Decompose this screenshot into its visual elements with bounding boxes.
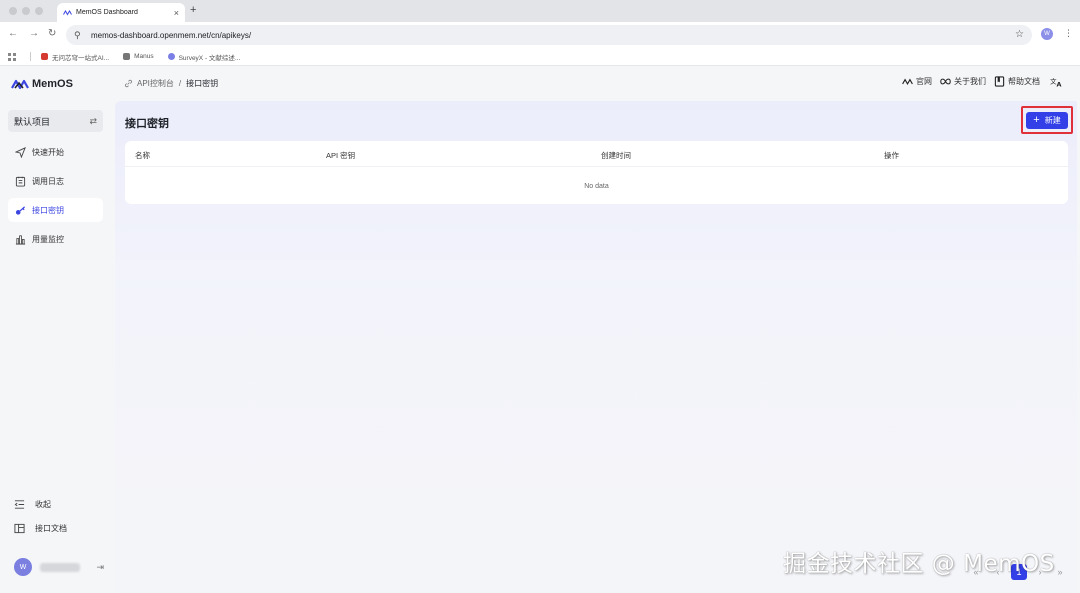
breadcrumb-current: 接口密钥 [186,79,219,88]
swap-icon: ⇄ [89,115,97,126]
about-us-label: 关于我们 [954,77,986,86]
collapse-icon [14,500,25,509]
bar-chart-icon [15,234,26,245]
svg-text:A: A [1057,81,1062,87]
help-docs-link[interactable]: 帮助文档 [994,76,1040,87]
collapse-sidebar-button[interactable]: 收起 [14,499,51,510]
key-icon [15,205,26,215]
memos-favicon-icon [63,9,72,16]
breadcrumb-root[interactable]: API控制台 [137,78,174,89]
logo-icon [902,78,913,86]
sidebar-item-label: 调用日志 [32,176,64,186]
send-icon [15,146,26,158]
new-apikey-button[interactable]: + 新建 [1026,112,1068,129]
site-info-icon[interactable]: ⚲ [74,30,84,40]
bookmark-label: 无问芯穹一站式AI... [52,54,110,62]
tab-close-icon[interactable]: × [174,8,179,18]
url-text: memos-dashboard.openmem.net/cn/apikeys/ [91,30,252,40]
bookmark-label: Manus [134,53,154,60]
logout-icon[interactable]: ⇥ [96,562,104,573]
browser-tab-bar: MemOS Dashboard × + [0,0,1080,22]
browser-tab[interactable]: MemOS Dashboard × [57,3,185,22]
brand-name: MemOS [32,78,73,90]
sidebar-item-label: 快速开始 [32,147,64,157]
new-tab-icon[interactable]: + [190,4,196,16]
clipboard-icon [15,176,26,187]
api-docs-link[interactable]: 接口文档 [14,523,67,534]
breadcrumb: API控制台 / 接口密钥 [124,78,218,89]
sidebar-item-apikeys[interactable]: 接口密钥 [8,198,103,222]
project-selector[interactable]: 默认项目 ⇄ [8,110,103,132]
plus-icon: + [1033,114,1040,126]
watermark: 掘金技术社区 @ MemOS [783,551,1055,577]
sidebar: MemOS 默认项目 ⇄ 快速开始 调用日志 接口密钥 用量监控 收起 接口文档… [0,66,112,593]
window-minimize-dot[interactable] [22,7,30,15]
memos-logo-icon [11,79,29,89]
sidebar-item-usage[interactable]: 用量监控 [8,227,103,251]
page-title: 接口密钥 [125,118,169,130]
translate-icon: 文A [1050,76,1062,87]
bookmark-star-icon[interactable]: ☆ [1015,29,1024,40]
header-links: 官网 关于我们 帮助文档 文A [894,76,1066,87]
empty-state: No data [584,183,609,190]
bookmarks-divider [30,52,31,61]
top-header: API控制台 / 接口密钥 官网 关于我们 帮助文档 文A [112,66,1080,100]
infinity-icon [940,78,951,85]
doc-layout-icon [14,523,25,534]
address-bar-row: ← → ↻ ⚲ memos-dashboard.openmem.net/cn/a… [0,22,1080,48]
app-root: MemOS 默认项目 ⇄ 快速开始 调用日志 接口密钥 用量监控 收起 接口文档… [0,66,1080,593]
breadcrumb-separator: / [178,79,182,88]
username-redacted [40,562,80,572]
about-us-link[interactable]: 关于我们 [940,76,986,87]
profile-avatar[interactable]: W [1041,28,1053,40]
apikeys-table: 名称 API 密钥 创建时间 操作 No data [125,141,1068,204]
bookmark-item[interactable]: 无问芯穹一站式AI... [41,52,109,62]
help-docs-label: 帮助文档 [1008,77,1040,86]
official-site-label: 官网 [916,77,932,86]
column-header-created: 创建时间 [601,151,631,160]
language-switch[interactable]: 文A [1050,76,1066,87]
table-header: 名称 API 密钥 创建时间 操作 [125,141,1068,167]
browser-menu-icon[interactable]: ⋮ [1064,28,1073,39]
reload-icon[interactable]: ↻ [48,28,56,39]
tab-title: MemOS Dashboard [76,9,138,16]
brand-logo[interactable]: MemOS [11,78,73,90]
collapse-label: 收起 [35,500,51,509]
bookmark-favicon-icon [167,53,175,60]
sidebar-item-logs[interactable]: 调用日志 [8,169,103,193]
window-zoom-dot[interactable] [35,7,43,15]
column-header-actions: 操作 [884,151,899,160]
bookmark-favicon-icon [41,53,48,60]
sidebar-item-label: 接口密钥 [32,205,64,215]
bookmarks-bar: 无问芯穹一站式AI... Manus SurveyX - 文献综述... [0,48,1080,66]
back-icon[interactable]: ← [8,28,18,39]
main-panel: 接口密钥 + 新建 名称 API 密钥 创建时间 操作 No data [115,101,1077,593]
sidebar-item-label: 用量监控 [32,234,64,244]
url-field[interactable]: ⚲ memos-dashboard.openmem.net/cn/apikeys… [66,25,1032,45]
column-header-apikey: API 密钥 [326,151,356,160]
official-site-link[interactable]: 官网 [902,76,932,87]
user-menu[interactable]: W ⇥ [14,558,104,576]
book-icon [994,76,1005,87]
project-name: 默认项目 [14,116,51,127]
api-docs-label: 接口文档 [35,524,67,533]
window-close-dot[interactable] [9,7,17,15]
bookmark-favicon-icon [123,53,131,60]
bookmark-item[interactable]: SurveyX - 文献综述... [167,52,241,62]
bookmark-label: SurveyX - 文献综述... [178,54,241,62]
apps-grid-icon[interactable] [8,52,16,61]
column-header-name: 名称 [135,151,150,160]
bookmark-item[interactable]: Manus [123,53,154,60]
forward-icon[interactable]: → [29,28,39,39]
new-button-label: 新建 [1044,116,1061,125]
link-icon [125,79,132,88]
sidebar-item-quickstart[interactable]: 快速开始 [8,140,103,164]
avatar: W [14,558,32,576]
